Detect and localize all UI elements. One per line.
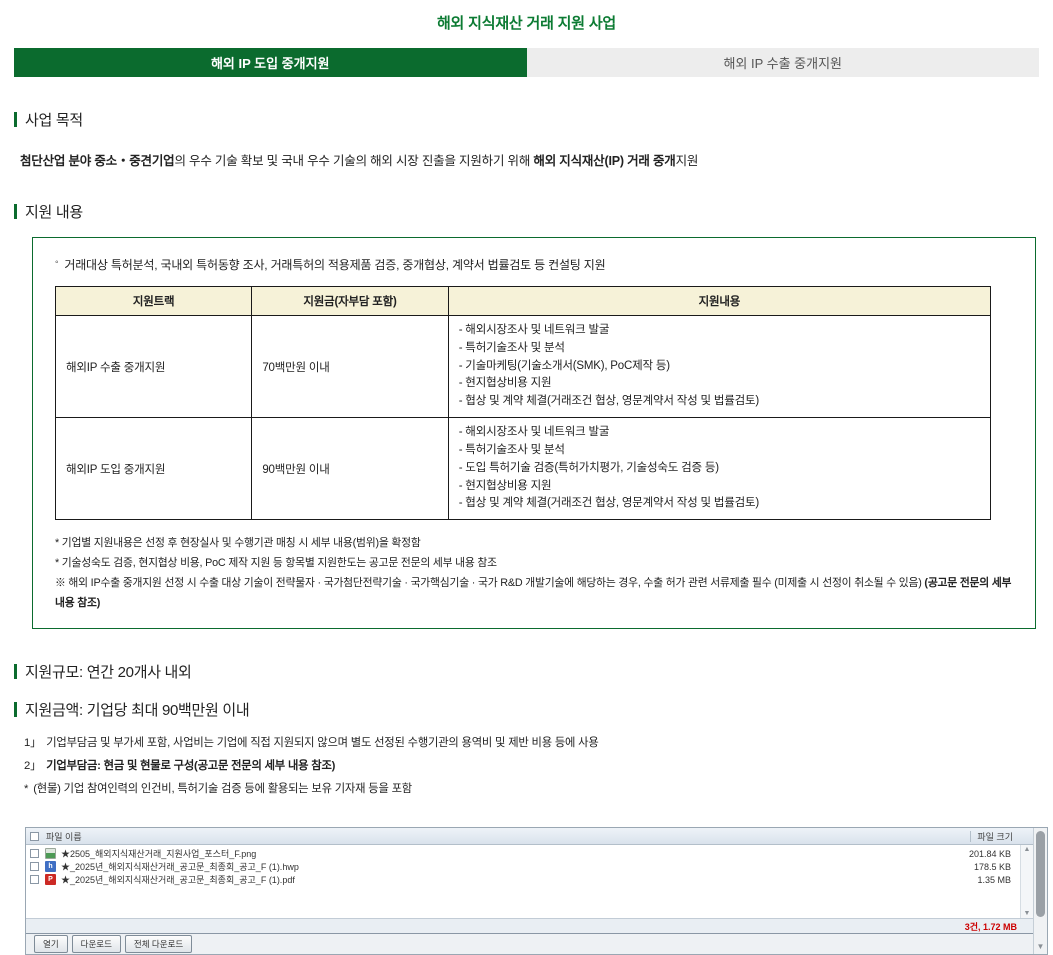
scale-heading-text: 지원규모: 연간 20개사 내외 bbox=[25, 661, 192, 682]
support-footnotes: * 기업별 지원내용은 선정 후 현장실사 및 수행기관 매칭 시 세부 내용(… bbox=[55, 534, 1015, 614]
file-name[interactable]: ★_2025년_해외지식재산거래_공고문_최종회_공고_F (1).hwp bbox=[61, 860, 967, 873]
purpose-bold-1: 첨단산업 분야 중소・중견기업 bbox=[20, 154, 174, 168]
detail-line: - 기술마케팅(기술소개서(SMK), PoC제작 등) bbox=[459, 358, 980, 376]
purpose-normal-1: 의 우수 기술 확보 및 국내 우수 기술의 해외 시장 진출을 지원하기 위해 bbox=[174, 154, 533, 168]
purpose-heading-text: 사업 목적 bbox=[25, 109, 83, 130]
track-cell: 해외IP 수출 중개지원 bbox=[56, 316, 252, 418]
col-header-details: 지원내용 bbox=[448, 287, 990, 316]
tab-bar: 해외 IP 도입 중개지원 해외 IP 수출 중개지원 bbox=[14, 48, 1039, 77]
download-all-button[interactable]: 전체 다운로드 bbox=[125, 935, 192, 953]
support-table-header-row: 지원트랙 지원금(자부담 포함) 지원내용 bbox=[56, 287, 991, 316]
file-checkbox[interactable] bbox=[30, 862, 39, 871]
amount-heading-text: 지원금액: 기업당 최대 90백만원 이내 bbox=[25, 699, 249, 720]
support-content-box: ◦ 거래대상 특허분석, 국내외 특허동향 조사, 거래특허의 적용제품 검증,… bbox=[32, 237, 1036, 629]
scroll-up-icon[interactable]: ▲ bbox=[1024, 846, 1031, 853]
image-file-icon bbox=[45, 848, 56, 859]
heading-accent-bar bbox=[14, 204, 17, 219]
purpose-bold-2: 해외 지식재산(IP) 거래 중개 bbox=[533, 154, 675, 168]
note-line: 1」기업부담금 및 부가세 포함, 사업비는 기업에 직접 지원되지 않으며 별… bbox=[24, 732, 1039, 755]
heading-accent-bar bbox=[14, 112, 17, 127]
col-header-track: 지원트랙 bbox=[56, 287, 252, 316]
file-list-header: 파일 이름 파일 크기 bbox=[26, 828, 1033, 845]
column-divider bbox=[970, 831, 971, 842]
detail-line: - 현지협상비용 지원 bbox=[459, 478, 980, 496]
open-button[interactable]: 열기 bbox=[34, 935, 68, 953]
file-total-bar: 3건, 1.72 MB bbox=[26, 918, 1033, 933]
section-heading-purpose: 사업 목적 bbox=[14, 109, 1039, 130]
footnote-line: * 기술성숙도 검증, 현지협상 비용, PoC 제작 지원 등 항목별 지원한… bbox=[55, 554, 1015, 574]
download-button[interactable]: 다운로드 bbox=[72, 935, 121, 953]
section-heading-support: 지원 내용 bbox=[14, 201, 1039, 222]
file-row[interactable]: ★2505_해외지식재산거래_지원사업_포스터_F.png201.84 KB bbox=[26, 847, 1033, 860]
pdf-file-icon: P bbox=[45, 874, 56, 885]
support-table: 지원트랙 지원금(자부담 포함) 지원내용 해외IP 수출 중개지원70백만원 … bbox=[55, 286, 991, 520]
scroll-down-icon[interactable]: ▼ bbox=[1024, 910, 1031, 917]
file-size-column-header: 파일 크기 bbox=[977, 830, 1029, 843]
file-row[interactable]: P★_2025년_해외지식재산거래_공고문_최종회_공고_F (1).pdf1.… bbox=[26, 873, 1033, 886]
page-title: 해외 지식재산 거래 지원 사업 bbox=[0, 12, 1053, 33]
file-name[interactable]: ★2505_해외지식재산거래_지원사업_포스터_F.png bbox=[61, 847, 967, 860]
attachment-panel: 파일 이름 파일 크기 ★2505_해외지식재산거래_지원사업_포스터_F.pn… bbox=[25, 827, 1048, 955]
file-checkbox[interactable] bbox=[30, 875, 39, 884]
track-cell: 해외IP 도입 중개지원 bbox=[56, 418, 252, 520]
file-action-bar: 열기다운로드전체 다운로드 bbox=[26, 933, 1033, 954]
detail-line: - 현지협상비용 지원 bbox=[459, 375, 980, 393]
bullet-icon: ◦ bbox=[55, 256, 58, 273]
tab-ip-import-support[interactable]: 해외 IP 도입 중개지원 bbox=[14, 48, 527, 77]
note-line: *(현물) 기업 참여인력의 인건비, 특허기술 검증 등에 활용되는 보유 기… bbox=[24, 778, 1039, 801]
heading-accent-bar bbox=[14, 664, 17, 679]
amount-cell: 90백만원 이내 bbox=[252, 418, 448, 520]
col-header-amount: 지원금(자부담 포함) bbox=[252, 287, 448, 316]
hwp-file-icon: h bbox=[45, 861, 56, 872]
detail-line: - 특허기술조사 및 분석 bbox=[459, 340, 980, 358]
purpose-text: 첨단산업 분야 중소・중견기업의 우수 기술 확보 및 국내 우수 기술의 해외… bbox=[20, 150, 1033, 169]
detail-line: - 도입 특허기술 검증(특허가치평가, 기술성숙도 검증 등) bbox=[459, 460, 980, 478]
page: 해외 지식재산 거래 지원 사업 해외 IP 도입 중개지원 해외 IP 수출 … bbox=[0, 12, 1053, 955]
file-name[interactable]: ★_2025년_해외지식재산거래_공고문_최종회_공고_F (1).pdf bbox=[61, 873, 967, 886]
select-all-checkbox[interactable] bbox=[30, 832, 39, 841]
tab-ip-export-support[interactable]: 해외 IP 수출 중개지원 bbox=[527, 48, 1040, 77]
support-heading-text: 지원 내용 bbox=[25, 201, 83, 222]
heading-accent-bar bbox=[14, 702, 17, 717]
file-row[interactable]: h★_2025년_해외지식재산거래_공고문_최종회_공고_F (1).hwp17… bbox=[26, 860, 1033, 873]
file-list: ★2505_해외지식재산거래_지원사업_포스터_F.png201.84 KBh ★… bbox=[26, 845, 1033, 918]
amount-notes: 1」기업부담금 및 부가세 포함, 사업비는 기업에 직접 지원되지 않으며 별… bbox=[24, 732, 1039, 801]
support-bullet-text: 거래대상 특허분석, 국내외 특허동향 조사, 거래특허의 적용제품 검증, 중… bbox=[64, 256, 605, 273]
section-heading-amount: 지원금액: 기업당 최대 90백만원 이내 bbox=[14, 699, 1039, 720]
section-heading-scale: 지원규모: 연간 20개사 내외 bbox=[14, 661, 1039, 682]
support-bullet-line: ◦ 거래대상 특허분석, 국내외 특허동향 조사, 거래특허의 적용제품 검증,… bbox=[55, 256, 1015, 273]
detail-line: - 협상 및 계약 체결(거래조건 협상, 영문계약서 작성 및 법률검토) bbox=[459, 495, 980, 513]
details-cell: - 해외시장조사 및 네트워크 발굴- 특허기술조사 및 분석- 도입 특허기술… bbox=[448, 418, 990, 520]
scroll-down-icon[interactable]: ▼ bbox=[1037, 943, 1045, 951]
footnote-line: ※ 해외 IP수출 중개지원 선정 시 수출 대상 기술이 전략물자 · 국가첨… bbox=[55, 574, 1015, 614]
amount-cell: 70백만원 이내 bbox=[252, 316, 448, 418]
scrollbar-thumb[interactable] bbox=[1036, 831, 1045, 917]
file-name-column-header: 파일 이름 bbox=[46, 830, 970, 843]
details-cell: - 해외시장조사 및 네트워크 발굴- 특허기술조사 및 분석- 기술마케팅(기… bbox=[448, 316, 990, 418]
detail-line: - 협상 및 계약 체결(거래조건 협상, 영문계약서 작성 및 법률검토) bbox=[459, 393, 980, 411]
file-checkbox[interactable] bbox=[30, 849, 39, 858]
footnote-line: * 기업별 지원내용은 선정 후 현장실사 및 수행기관 매칭 시 세부 내용(… bbox=[55, 534, 1015, 554]
file-list-scrollbar[interactable]: ▲ ▼ bbox=[1020, 845, 1033, 918]
attachment-panel-main: 파일 이름 파일 크기 ★2505_해외지식재산거래_지원사업_포스터_F.pn… bbox=[26, 828, 1033, 954]
support-table-row: 해외IP 도입 중개지원90백만원 이내- 해외시장조사 및 네트워크 발굴- … bbox=[56, 418, 991, 520]
detail-line: - 해외시장조사 및 네트워크 발굴 bbox=[459, 322, 980, 340]
purpose-normal-2: 지원 bbox=[676, 154, 699, 168]
support-table-row: 해외IP 수출 중개지원70백만원 이내- 해외시장조사 및 네트워크 발굴- … bbox=[56, 316, 991, 418]
detail-line: - 해외시장조사 및 네트워크 발굴 bbox=[459, 424, 980, 442]
panel-scrollbar[interactable]: ▼ bbox=[1033, 828, 1047, 954]
detail-line: - 특허기술조사 및 분석 bbox=[459, 442, 980, 460]
note-line: 2」기업부담금: 현금 및 현물로 구성(공고문 전문의 세부 내용 참조) bbox=[24, 755, 1039, 778]
file-total-text: 3건, 1.72 MB bbox=[965, 920, 1017, 933]
